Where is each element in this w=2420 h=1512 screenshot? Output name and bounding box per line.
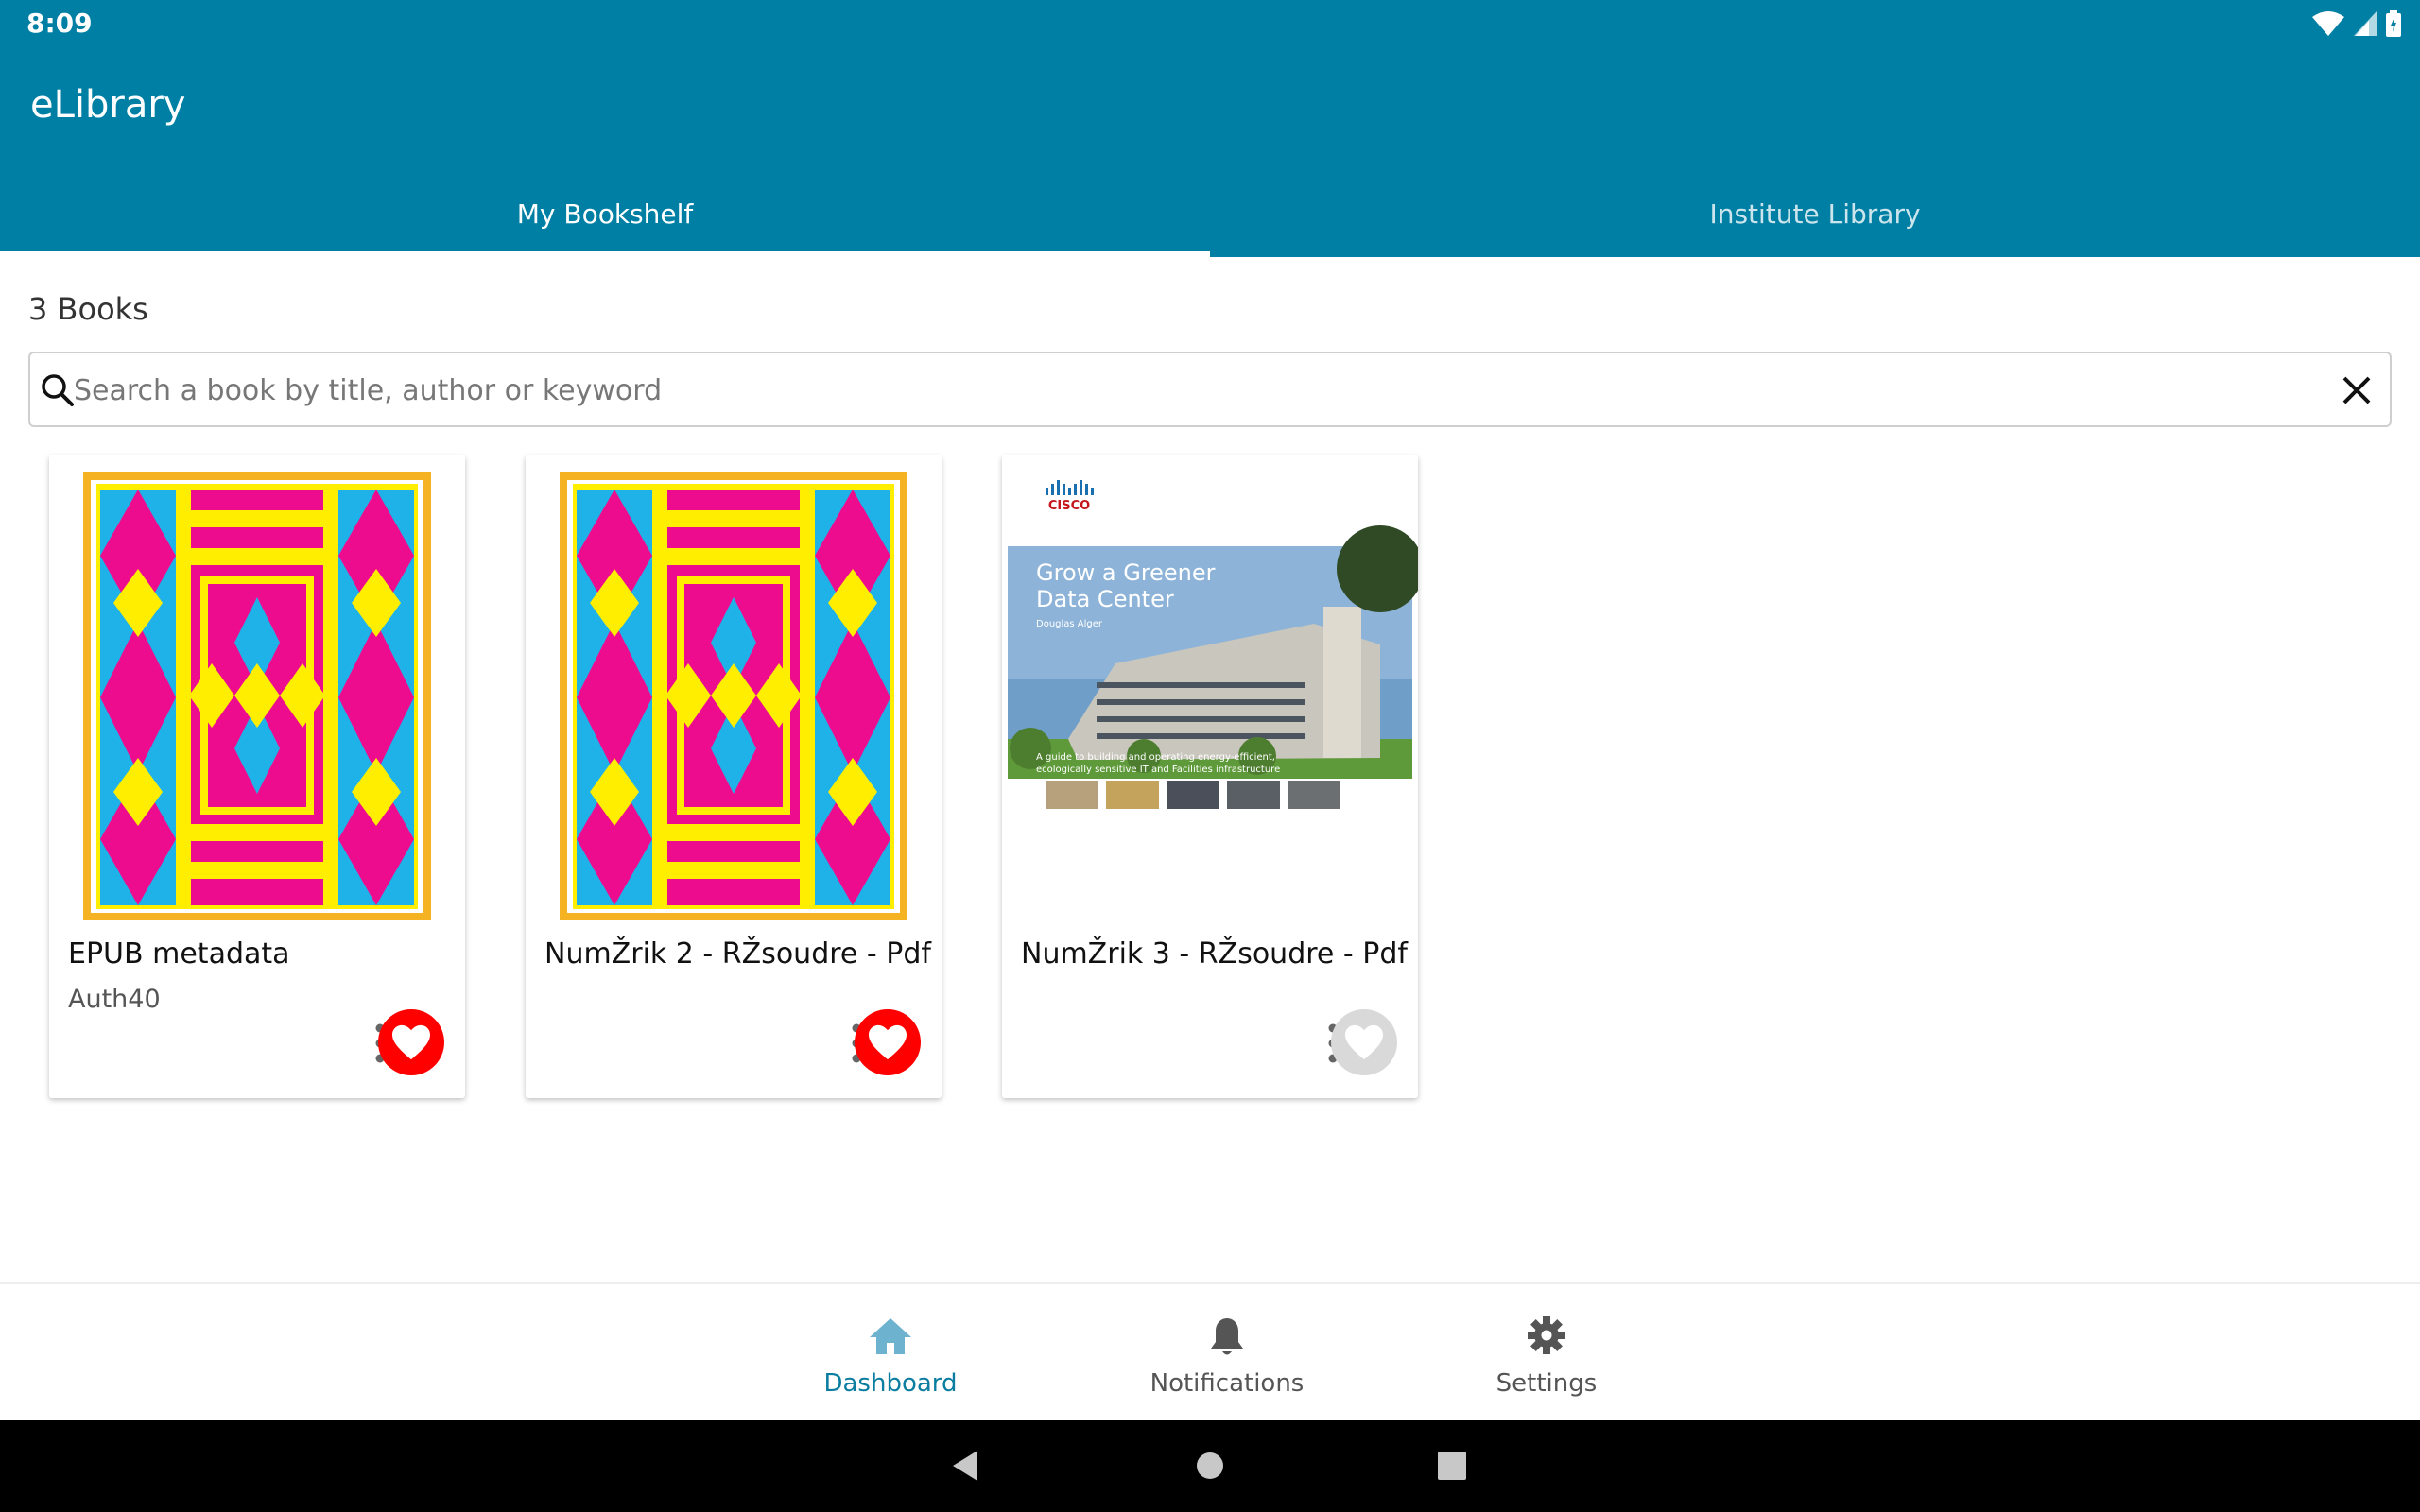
favorite-button[interactable]	[378, 1009, 444, 1075]
book-title: EPUB metadata	[68, 937, 290, 971]
book-cover[interactable]: CISCO Grow a Greener Data Center Douglas…	[1002, 455, 1418, 928]
nav-settings[interactable]: Settings	[1405, 1284, 1688, 1422]
tab-institute-library[interactable]: Institute Library	[1210, 170, 2420, 257]
search-bar	[28, 352, 2392, 427]
svg-text:Grow a Greener: Grow a Greener	[1036, 559, 1216, 586]
nav-label: Settings	[1495, 1369, 1598, 1398]
system-icons	[2312, 9, 2401, 38]
heart-icon	[1345, 1024, 1383, 1060]
home-button-icon[interactable]	[1189, 1445, 1231, 1486]
favorite-button[interactable]	[855, 1009, 921, 1075]
bell-icon	[1211, 1318, 1243, 1355]
nav-dashboard[interactable]: Dashboard	[749, 1284, 1032, 1422]
system-nav-bar	[0, 1420, 2420, 1512]
book-cover[interactable]	[49, 455, 465, 928]
status-bar: 8:09	[0, 0, 2420, 47]
battery-icon	[2386, 10, 2401, 37]
home-icon	[870, 1318, 911, 1354]
close-icon[interactable]	[2337, 370, 2377, 410]
search-input[interactable]	[74, 363, 2324, 418]
book-card[interactable]: NumŽrik 2 - RŽsoudre - Pdf	[526, 455, 942, 1098]
book-cover[interactable]	[526, 455, 942, 928]
heart-icon	[392, 1024, 430, 1060]
back-icon[interactable]	[945, 1445, 987, 1486]
book-card[interactable]: EPUB metadata Auth40	[49, 455, 465, 1098]
book-card[interactable]: CISCO Grow a Greener Data Center Douglas…	[1002, 455, 1418, 1098]
nav-notifications[interactable]: Notifications	[1085, 1284, 1369, 1422]
svg-text:Douglas Alger: Douglas Alger	[1036, 619, 1103, 629]
svg-text:CISCO: CISCO	[1048, 499, 1090, 513]
tab-my-bookshelf[interactable]: My Bookshelf	[0, 170, 1210, 257]
app-bar: eLibrary My Bookshelf Institute Library	[0, 47, 2420, 257]
book-title: NumŽrik 2 - RŽsoudre - Pdf	[544, 937, 931, 971]
book-cover-art	[49, 455, 465, 928]
book-count: 3 Books	[28, 291, 148, 327]
book-title: NumŽrik 3 - RŽsoudre - Pdf	[1021, 937, 1408, 971]
favorite-button[interactable]	[1331, 1009, 1397, 1075]
tab-bar: My Bookshelf Institute Library	[0, 170, 2420, 257]
book-cover-art: CISCO Grow a Greener Data Center Douglas…	[1002, 455, 1418, 928]
book-cover-art	[526, 455, 942, 928]
status-time: 8:09	[26, 8, 93, 39]
book-author: Auth40	[68, 985, 161, 1014]
search-icon	[42, 374, 74, 406]
gear-icon	[1528, 1316, 1565, 1354]
wifi-icon	[2312, 11, 2344, 36]
svg-text:A guide to building and operat: A guide to building and operating energy…	[1036, 752, 1275, 763]
nav-label: Dashboard	[823, 1369, 958, 1398]
nav-label: Notifications	[1150, 1369, 1305, 1398]
recents-icon[interactable]	[1431, 1445, 1473, 1486]
app-title: eLibrary	[30, 83, 186, 127]
signal-icon	[2354, 11, 2377, 36]
svg-text:ecologically sensitive IT and: ecologically sensitive IT and Facilities…	[1036, 765, 1280, 775]
heart-icon	[869, 1024, 907, 1060]
svg-text:Data Center: Data Center	[1036, 586, 1174, 612]
bottom-navigation: Dashboard Notifications Settings	[0, 1282, 2420, 1420]
